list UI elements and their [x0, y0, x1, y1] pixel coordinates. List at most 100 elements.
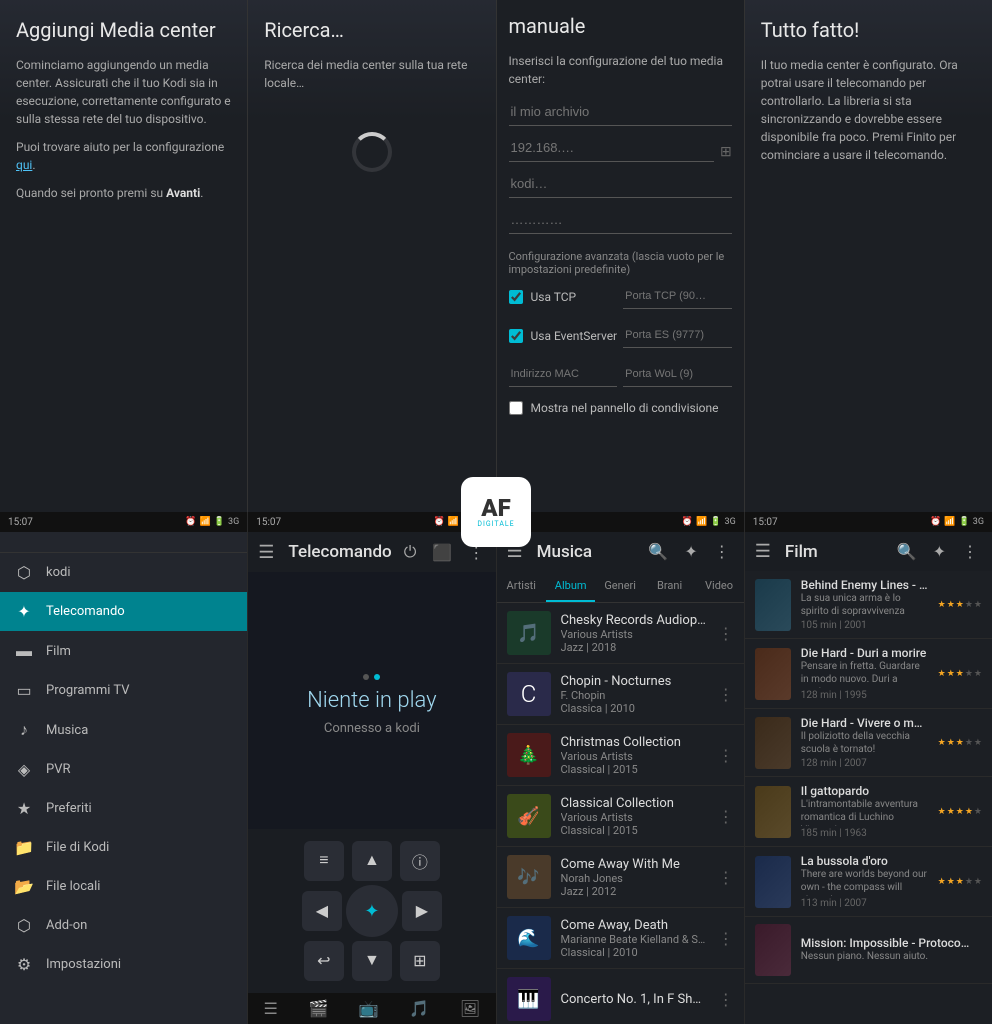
info-button[interactable]: ⓘ	[400, 841, 440, 881]
panel4-body: Il tuo media center è configurato. Ora p…	[761, 56, 976, 164]
back-button[interactable]: ↩	[304, 941, 344, 981]
sidebar-item-kodi[interactable]: ⬡ kodi	[0, 553, 247, 592]
down-button[interactable]: ▼	[352, 941, 392, 981]
sidebar-item-programmi[interactable]: ▭ Programmi TV	[0, 671, 247, 710]
remote-bar-menu-icon[interactable]: ☰	[264, 999, 278, 1018]
remote-bar-tv-icon[interactable]: 📺	[359, 999, 379, 1018]
gear-icon: ⚙	[14, 955, 34, 974]
list-item[interactable]: 🎻 Classical Collection Various Artists C…	[497, 786, 744, 847]
sidebar-item-pvr[interactable]: ◈ PVR	[0, 750, 247, 789]
more-icon-film[interactable]: ⋮	[958, 540, 982, 563]
list-item[interactable]: C Chopin - Nocturnes F. Chopin Classica …	[497, 664, 744, 725]
panel3-share-checkbox[interactable]	[509, 401, 523, 415]
sidebar-item-file-locali[interactable]: 📂 File locali	[0, 867, 247, 906]
list-item[interactable]: 🎵 Chesky Records Audiop… Various Artists…	[497, 603, 744, 664]
remote-bar-film-icon[interactable]: 🎬	[308, 999, 328, 1018]
music-title: Musica	[537, 542, 637, 562]
film-info-6: Mission: Impossible - Protocoll… Nessun …	[801, 936, 972, 965]
panel3-mac-field[interactable]	[509, 362, 618, 387]
music-panel: 15:07 ⏰📶🔋3G ☰ Musica 🔍 ✦ ⋮ Artisti Album…	[497, 512, 745, 1024]
hamburger-icon[interactable]: ☰	[258, 542, 274, 563]
panel3-tcp-row: Usa TCP	[509, 284, 618, 309]
sidebar-item-film[interactable]: ▬ Film	[0, 631, 247, 671]
cast-icon[interactable]: ✦	[680, 540, 701, 563]
menu-button[interactable]: ≡	[304, 841, 344, 881]
music-more-2[interactable]: ⋮	[718, 685, 734, 704]
left-button[interactable]: ◀	[302, 891, 342, 931]
center-button[interactable]: ✦	[346, 885, 398, 937]
music-more-1[interactable]: ⋮	[718, 624, 734, 643]
tab-artisti[interactable]: Artisti	[497, 571, 546, 602]
film-list: Behind Enemy Lines - Dietro le… La sua u…	[745, 571, 992, 1024]
more-icon-music[interactable]: ⋮	[710, 540, 734, 563]
music-hamburger-icon[interactable]: ☰	[507, 541, 523, 562]
film-rating-4: ★★★★★	[938, 807, 982, 817]
list-item[interactable]: Mission: Impossible - Protocoll… Nessun …	[745, 917, 992, 984]
panel2-title: Ricerca…	[264, 18, 479, 42]
list-item[interactable]: 🎹 Concerto No. 1, In F Sha… ⋮	[497, 969, 744, 1024]
panel3-es-port[interactable]	[623, 323, 732, 348]
power-icon[interactable]: ⏻	[400, 540, 421, 564]
more-icon-remote[interactable]: ⋮	[464, 541, 488, 564]
list-item[interactable]: Il gattopardo L'intramontabile avventura…	[745, 777, 992, 847]
tab-brani[interactable]: Brani	[645, 571, 694, 602]
panel3-name-field[interactable]	[509, 98, 732, 126]
list-item[interactable]: La bussola d'oro There are worlds beyond…	[745, 847, 992, 917]
remote-bar-music-icon[interactable]: 🎵	[409, 999, 429, 1018]
film-search-icon[interactable]: 🔍	[893, 540, 921, 563]
tab-generi[interactable]: Generi	[595, 571, 644, 602]
search-icon[interactable]: 🔍	[644, 540, 672, 563]
sidebar-item-preferiti[interactable]: ★ Preferiti	[0, 789, 247, 828]
list-item[interactable]: 🎶 Come Away With Me Norah Jones Jazz | 2…	[497, 847, 744, 908]
film-app-header: ☰ Film 🔍 ✦ ⋮	[745, 532, 992, 571]
up-button[interactable]: ▲	[352, 841, 392, 881]
music-more-6[interactable]: ⋮	[718, 929, 734, 948]
panel3-tcp-port[interactable]	[623, 284, 732, 309]
right-button[interactable]: ▶	[402, 891, 442, 931]
sidebar-item-addon[interactable]: ⬡ Add-on	[0, 906, 247, 945]
film-rating-5: ★★★★★	[938, 877, 982, 887]
music-more-5[interactable]: ⋮	[718, 868, 734, 887]
list-item[interactable]: Die Hard - Duri a morire Pensare in fret…	[745, 639, 992, 709]
folder-local-icon: 📂	[14, 877, 34, 896]
music-meta-2: Classica | 2010	[561, 702, 708, 715]
music-more-7[interactable]: ⋮	[718, 990, 734, 1009]
grid-button[interactable]: ⊞	[400, 941, 440, 981]
list-item[interactable]: 🌊 Come Away, Death Marianne Beate Kiella…	[497, 908, 744, 969]
panel3-wol-field[interactable]	[623, 362, 732, 387]
sidebar-item-impostazioni[interactable]: ⚙ Impostazioni	[0, 945, 247, 984]
status-bar-3: 15:07 ⏰📶🔋3G	[497, 512, 744, 532]
panel1-link[interactable]: qui	[16, 158, 32, 172]
sidebar-item-telecomando[interactable]: ✦ Telecomando	[0, 592, 247, 631]
music-more-3[interactable]: ⋮	[718, 746, 734, 765]
tab-album[interactable]: Album	[546, 571, 595, 602]
music-more-4[interactable]: ⋮	[718, 807, 734, 826]
list-item[interactable]: Die Hard - Vivere o morire Il poliziotto…	[745, 709, 992, 777]
list-item[interactable]: Behind Enemy Lines - Dietro le… La sua u…	[745, 571, 992, 639]
panel3-user-field[interactable]	[509, 170, 732, 198]
album-art-6: 🌊	[507, 916, 551, 960]
music-info-5: Come Away With Me Norah Jones Jazz | 201…	[561, 857, 708, 898]
panel3-es-checkbox[interactable]	[509, 329, 523, 343]
panel1-body1: Cominciamo aggiungendo un media center. …	[16, 56, 231, 128]
music-info-7: Concerto No. 1, In F Sha…	[561, 992, 708, 1007]
music-title-2: Chopin - Nocturnes	[561, 674, 708, 689]
panel3-ip-field[interactable]	[509, 134, 715, 162]
panel3-pass-field[interactable]	[509, 206, 732, 234]
film-hamburger-icon[interactable]: ☰	[755, 541, 771, 562]
tab-video[interactable]: Video	[694, 571, 743, 602]
list-item[interactable]: 🎄 Christmas Collection Various Artists C…	[497, 725, 744, 786]
dpad-mid-row: ◀ ✦ ▶	[302, 885, 442, 937]
film-icon: ▬	[14, 641, 34, 661]
sidebar-item-musica[interactable]: ♪ Musica	[0, 710, 247, 750]
film-title-4: Il gattopardo	[801, 784, 928, 798]
display-icon[interactable]: ⬛	[428, 541, 456, 564]
film-cast-icon[interactable]: ✦	[929, 540, 950, 563]
status-bar-4: 15:07 ⏰📶🔋3G	[745, 512, 992, 532]
remote-bar-photo-icon[interactable]: 🖼	[460, 999, 480, 1018]
status-bar-1: 15:07 ⏰ 📶 🔋 3G	[0, 512, 247, 532]
music-subtitle-5: Norah Jones	[561, 872, 708, 885]
music-subtitle-4: Various Artists	[561, 811, 708, 824]
panel3-tcp-checkbox[interactable]	[509, 290, 523, 304]
sidebar-item-file-kodi[interactable]: 📁 File di Kodi	[0, 828, 247, 867]
